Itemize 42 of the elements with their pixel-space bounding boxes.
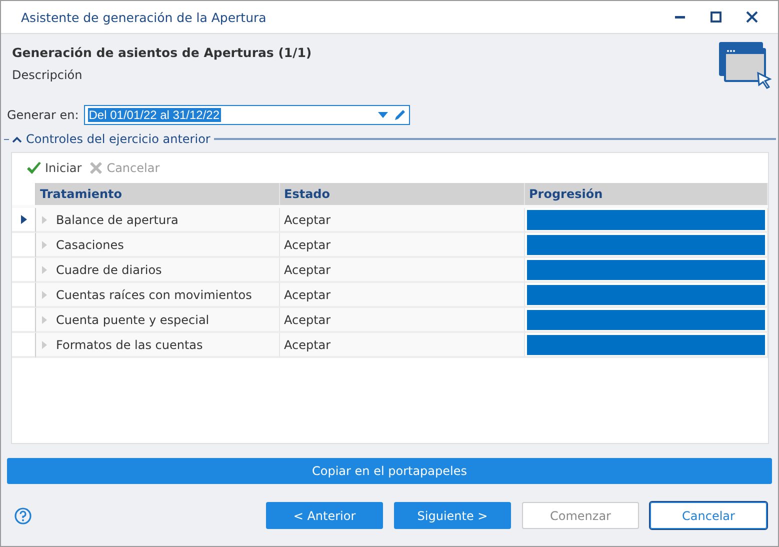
step-description: Descripción [12, 68, 84, 82]
column-header[interactable]: Estado [280, 183, 525, 205]
wizard-button[interactable]: Siguiente > [394, 502, 511, 529]
window-title: Asistente de generación de la Apertura [21, 10, 266, 24]
field-label: Generar en: [7, 108, 79, 122]
section-toggle[interactable]: Controles del ejercicio anterior [9, 132, 214, 146]
caret-up-icon[interactable] [12, 136, 22, 142]
expand-icon[interactable] [42, 216, 47, 224]
table-cell: Casaciones [56, 238, 124, 252]
table-cell: Balance de apertura [56, 212, 178, 226]
table-cell: Aceptar [284, 338, 331, 352]
expand-icon[interactable] [42, 316, 47, 324]
column-header[interactable]: Progresión [525, 183, 768, 205]
row-pointer-icon [20, 215, 26, 224]
table-cell: Aceptar [284, 238, 331, 252]
table-cell: Aceptar [284, 312, 331, 326]
expand-icon[interactable] [42, 240, 47, 248]
wizard-button[interactable]: Cancelar [650, 502, 767, 529]
column-header[interactable]: Tratamiento [36, 183, 280, 205]
close-icon[interactable] [746, 11, 758, 23]
help-icon[interactable] [14, 506, 32, 524]
maximize-icon[interactable] [710, 11, 722, 23]
expand-icon[interactable] [42, 290, 47, 298]
copy-button[interactable]: Copiar en el portapapeles [7, 458, 772, 484]
wizard-step-title: Generación de asientos de Aperturas (1/1) [12, 45, 312, 60]
table-cell: Aceptar [284, 288, 331, 302]
checkmark-icon[interactable] [26, 161, 42, 175]
table-cell: Formatos de las cuentas [56, 338, 203, 352]
table-cell: Aceptar [284, 212, 331, 226]
expand-icon[interactable] [42, 266, 47, 274]
table-cell: Cuentas raíces con movimientos [56, 288, 252, 302]
table-cell: Cuadre de diarios [56, 262, 162, 276]
expand-icon[interactable] [42, 340, 47, 348]
pencil-icon[interactable] [394, 109, 406, 121]
dropdown-icon[interactable] [378, 112, 388, 118]
windows-cursor-icon [718, 41, 772, 89]
table-cell: Aceptar [284, 262, 331, 276]
table-cell: Cuenta puente y especial [56, 312, 210, 326]
wizard-button[interactable]: < Anterior [266, 502, 383, 529]
row-selector[interactable] [12, 208, 36, 233]
period-field[interactable]: Del 01/01/22 al 31/12/22 [84, 105, 410, 125]
toolbar-button[interactable]: Iniciar [26, 159, 82, 177]
